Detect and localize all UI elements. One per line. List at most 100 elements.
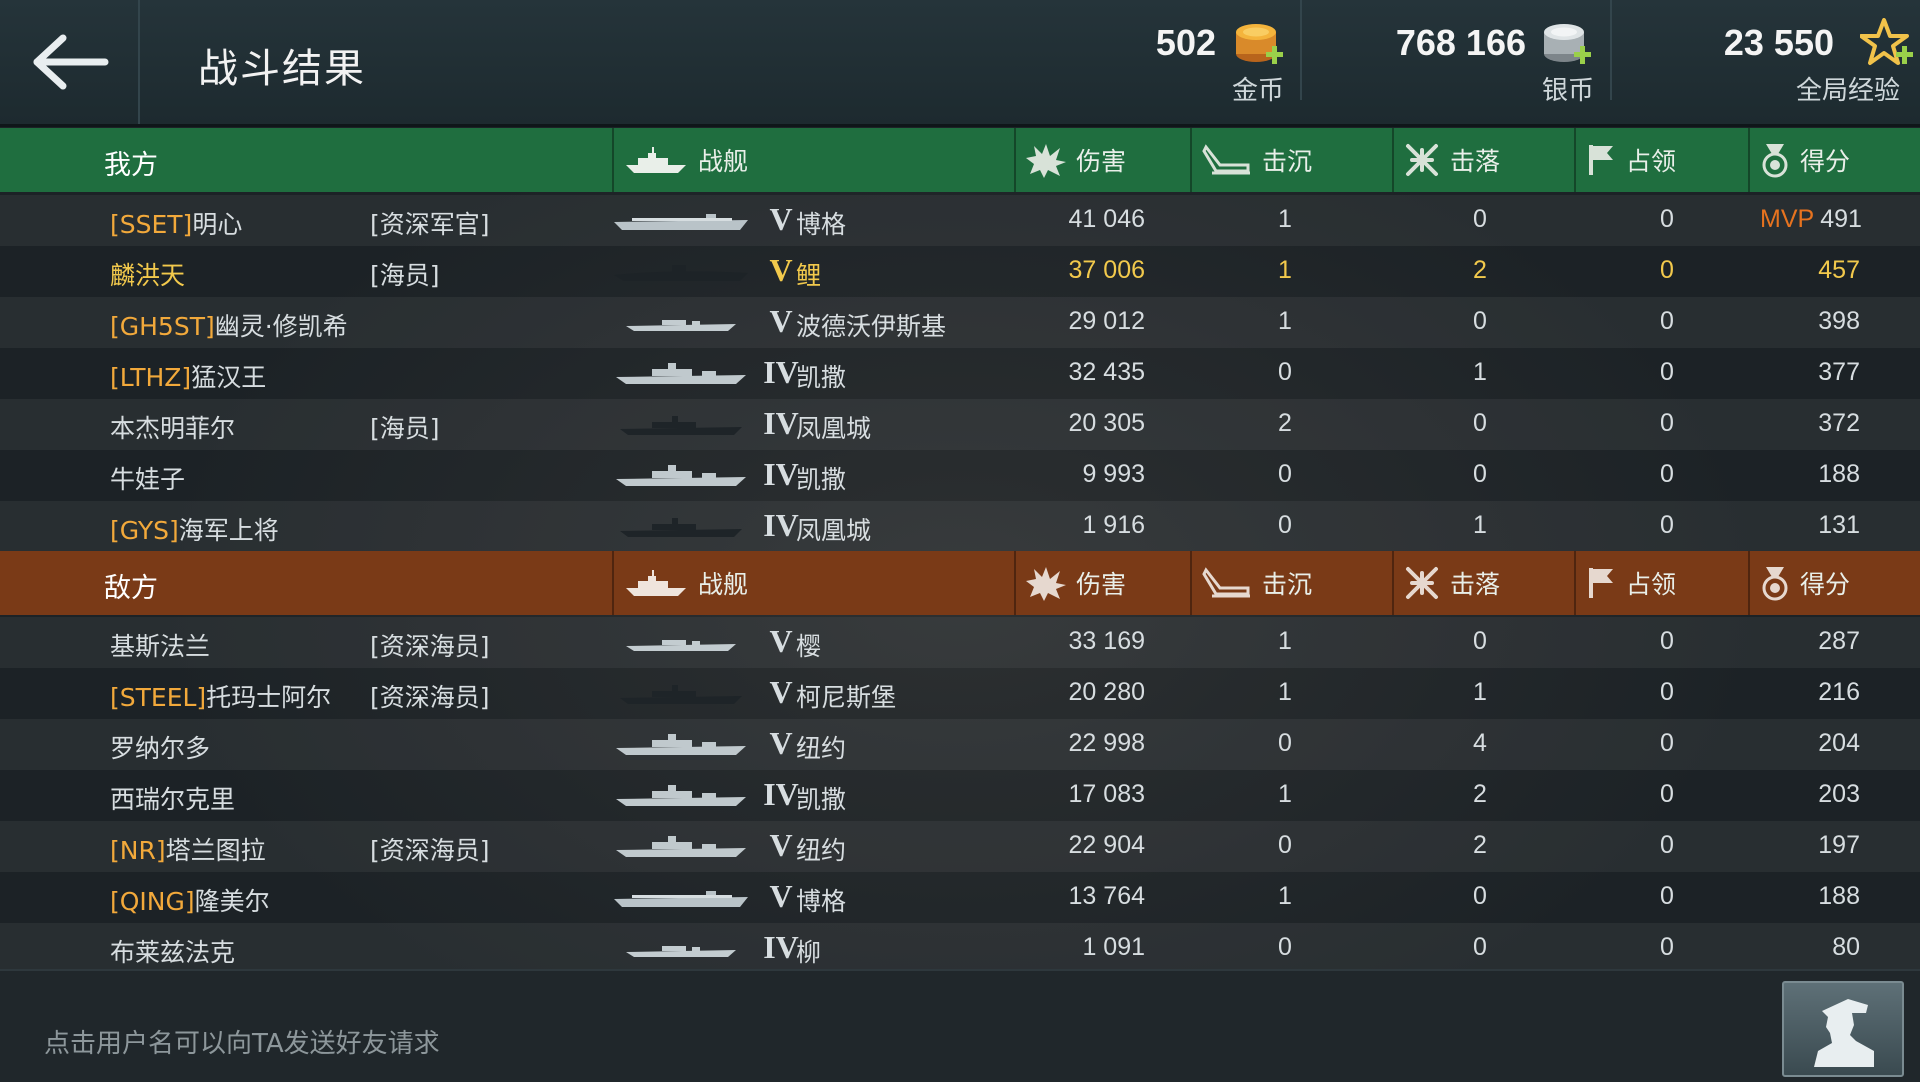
- ship-name: 鲤: [796, 261, 822, 290]
- damage-value: 1 091: [1082, 933, 1145, 961]
- explosion-icon: [1026, 144, 1066, 178]
- sunk-value: 1: [1278, 780, 1292, 808]
- player-name-text: 托玛士阿尔: [206, 683, 332, 712]
- clan-tag: [QING]: [110, 887, 195, 916]
- player-name-text: 塔兰图拉: [165, 836, 266, 865]
- player-row: [STEEL]托玛士阿尔 [资深海员] V 柯尼斯堡 20 280 1 1 0 216: [0, 668, 1920, 719]
- player-name-text: 布莱兹法克: [110, 938, 236, 967]
- downed-value: 4: [1473, 729, 1487, 757]
- capture-value: 0: [1660, 307, 1674, 335]
- player-name[interactable]: 布莱兹法克: [110, 933, 235, 969]
- col-ship: 战舰: [612, 128, 1014, 192]
- enemy-team-header: 敌方 战舰 伤害 击沉 击落 占领 得分: [0, 551, 1920, 615]
- score-value: 398: [1760, 307, 1860, 336]
- col-downed-label: 击落: [1450, 147, 1501, 176]
- ship-name: 博格: [796, 887, 847, 916]
- downed-value: 0: [1473, 307, 1487, 335]
- score-number: 197: [1818, 831, 1860, 859]
- silver-currency: 768 166 银币: [1310, 0, 1610, 124]
- col-capture-label: 占领: [1626, 570, 1677, 599]
- back-button[interactable]: [0, 0, 140, 124]
- player-name[interactable]: 西瑞尔克里: [110, 780, 235, 816]
- player-name[interactable]: [GYS]海军上将: [110, 511, 279, 547]
- capture-value: 0: [1660, 205, 1674, 233]
- ship-name: 凤凰城: [796, 516, 872, 545]
- captain-button[interactable]: [1782, 981, 1904, 1077]
- player-name-text: 基斯法兰: [110, 632, 211, 661]
- capture-value: 0: [1660, 729, 1674, 757]
- ship-name: 波德沃伊斯基: [796, 312, 947, 341]
- player-name[interactable]: [LTHZ]猛汉王: [110, 358, 266, 394]
- ship-silhouette-icon: [616, 465, 746, 486]
- capture-value: 0: [1660, 511, 1674, 539]
- downed-value: 1: [1473, 511, 1487, 539]
- ship-name: 柳: [796, 938, 822, 967]
- player-name[interactable]: 基斯法兰: [110, 627, 210, 663]
- ship-name: 樱: [796, 632, 822, 661]
- col-ship-label: 战舰: [698, 147, 749, 176]
- downed-value: 0: [1473, 205, 1487, 233]
- player-row: 本杰明菲尔 [海员] IV 凤凰城 20 305 2 0 0 372: [0, 399, 1920, 450]
- flag-icon: [1589, 145, 1613, 175]
- ship-name: 凯撒: [796, 465, 847, 494]
- xp-label: 全局经验: [1795, 76, 1900, 106]
- footer: 点击用户名可以向TA发送好友请求: [0, 969, 1920, 1082]
- ship-name: 凯撒: [796, 785, 847, 814]
- player-rank: [资深军官]: [370, 210, 490, 239]
- explosion-icon: [1026, 567, 1066, 601]
- score-number: 188: [1818, 460, 1860, 488]
- player-row: [GH5ST]幽灵·修凯希 V 波德沃伊斯基 29 012 1 0 0 398: [0, 297, 1920, 348]
- ship-silhouette-icon: [616, 734, 746, 755]
- capture-value: 0: [1660, 409, 1674, 437]
- player-row: 罗纳尔多 V 纽约 22 998 0 4 0 204: [0, 719, 1920, 770]
- score-value: 377: [1760, 358, 1860, 387]
- col-ship: 战舰: [612, 551, 1014, 615]
- score-number: 491: [1820, 205, 1862, 233]
- downed-value: 2: [1473, 831, 1487, 859]
- downed-value: 0: [1473, 409, 1487, 437]
- player-name-text: 隆美尔: [194, 887, 270, 916]
- col-sunk: 击沉: [1190, 551, 1392, 615]
- clan-tag: [LTHZ]: [110, 363, 192, 392]
- player-row: [QING]隆美尔 V 博格 13 764 1 0 0 188: [0, 872, 1920, 923]
- player-name[interactable]: [SSET]明心: [110, 205, 242, 241]
- score-number: 377: [1818, 358, 1860, 386]
- flag-icon: [1589, 568, 1613, 598]
- player-name[interactable]: 罗纳尔多: [110, 729, 210, 765]
- downed-value: 1: [1473, 358, 1487, 386]
- our-team-label: 我方: [104, 150, 158, 181]
- col-score-label: 得分: [1800, 570, 1851, 599]
- player-name[interactable]: [NR]塔兰图拉: [110, 831, 266, 867]
- player-name[interactable]: 本杰明菲尔: [110, 409, 235, 445]
- damage-value: 1 916: [1082, 511, 1145, 539]
- score-value: 287: [1760, 627, 1860, 656]
- player-name[interactable]: 牛娃子: [110, 460, 185, 496]
- player-row: 牛娃子 IV 凯撒 9 993 0 0 0 188: [0, 450, 1920, 501]
- capture-value: 0: [1660, 933, 1674, 961]
- player-name[interactable]: [QING]隆美尔: [110, 882, 270, 918]
- ship-icon: [626, 570, 686, 596]
- player-name[interactable]: [STEEL]托玛士阿尔: [110, 678, 331, 714]
- damage-value: 33 169: [1068, 627, 1145, 655]
- score-value: 188: [1760, 882, 1860, 911]
- damage-value: 29 012: [1068, 307, 1145, 335]
- capture-value: 0: [1660, 678, 1674, 706]
- player-name[interactable]: [GH5ST]幽灵·修凯希: [110, 307, 348, 343]
- clan-tag: [GYS]: [110, 516, 179, 545]
- downed-value: 0: [1473, 627, 1487, 655]
- col-sunk-label: 击沉: [1262, 570, 1313, 599]
- star-xp-icon: [1860, 18, 1913, 65]
- score-value: MVP 491: [1760, 205, 1862, 234]
- back-arrow-icon: [33, 34, 109, 90]
- player-name[interactable]: 麟洪天: [110, 256, 185, 292]
- clan-tag: [STEEL]: [110, 683, 207, 712]
- col-sunk: 击沉: [1190, 128, 1392, 192]
- sunk-value: 0: [1278, 460, 1292, 488]
- score-value: 457: [1760, 256, 1860, 285]
- damage-value: 37 006: [1068, 256, 1145, 284]
- score-number: 80: [1832, 933, 1860, 961]
- col-ship-label: 战舰: [698, 570, 749, 599]
- col-damage: 伤害: [1014, 128, 1190, 192]
- sunk-value: 1: [1278, 678, 1292, 706]
- ship-silhouette-icon: [626, 946, 736, 957]
